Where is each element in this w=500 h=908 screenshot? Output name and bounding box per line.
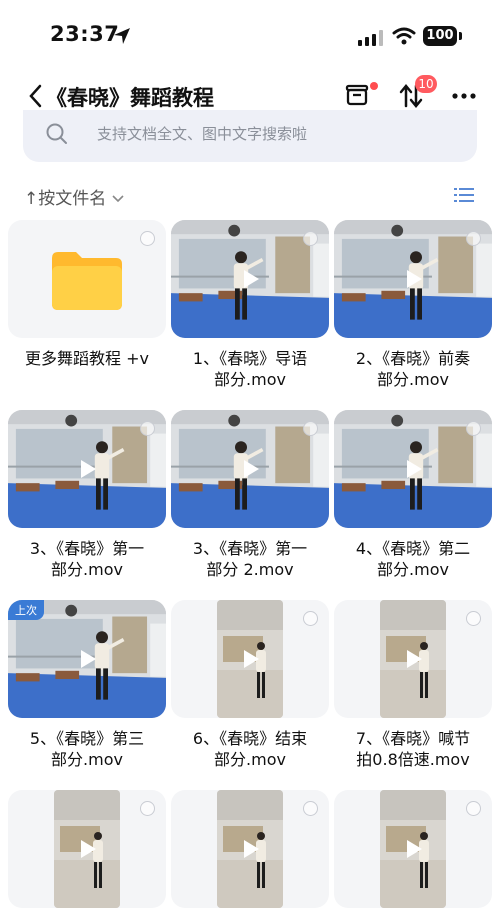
transfer-count-badge: 10 — [415, 75, 437, 93]
file-name: 3、《春晓》第一 部分 2.mov — [192, 539, 308, 579]
file-tile-video[interactable] — [334, 220, 492, 338]
play-icon — [244, 840, 259, 858]
status-time: 23:37 — [50, 22, 120, 46]
select-checkbox[interactable] — [303, 801, 318, 816]
page-title: 《春晓》舞蹈教程 — [46, 86, 214, 110]
more-options-icon[interactable] — [451, 92, 477, 100]
list-view-icon[interactable] — [454, 186, 474, 204]
file-tile-video[interactable] — [171, 220, 329, 338]
file-name: 7、《春晓》喊节 拍0.8倍速.mov — [355, 729, 471, 769]
file-tile-video[interactable]: 上次 — [8, 600, 166, 718]
select-checkbox[interactable] — [303, 231, 318, 246]
file-tile-video[interactable] — [8, 410, 166, 528]
location-arrow-icon — [114, 28, 130, 44]
wifi-icon — [392, 27, 416, 45]
file-name: 5、《春晓》第三 部分.mov — [29, 729, 145, 769]
search-placeholder: 支持文档全文、图中文字搜索啦 — [97, 125, 308, 143]
select-checkbox[interactable] — [303, 421, 318, 436]
cellular-signal-icon — [358, 30, 383, 46]
sort-label: 按文件名 — [38, 189, 107, 209]
play-icon — [407, 270, 422, 288]
last-viewed-tag: 上次 — [8, 600, 44, 620]
file-name: 3、《春晓》第一 部分.mov — [29, 539, 145, 579]
file-tile-video[interactable] — [8, 790, 166, 908]
file-name: 6、《春晓》结束 部分.mov — [192, 729, 308, 769]
file-tile-video[interactable] — [334, 600, 492, 718]
battery-tip — [459, 32, 462, 40]
select-checkbox[interactable] — [140, 231, 155, 246]
play-icon — [244, 650, 259, 668]
search-bar[interactable]: 支持文档全文、图中文字搜索啦 — [23, 110, 477, 162]
file-tile-video[interactable] — [334, 790, 492, 908]
play-icon — [407, 840, 422, 858]
sort-by-name-button[interactable]: ↑按文件名 — [24, 184, 124, 209]
chevron-down-icon — [112, 195, 124, 203]
file-tile-video[interactable] — [171, 790, 329, 908]
sort-up-arrow-icon: ↑ — [24, 189, 39, 209]
file-name: 更多舞蹈教程 +v — [25, 349, 149, 368]
file-name: 4、《春晓》第二 部分.mov — [355, 539, 471, 579]
play-icon — [407, 460, 422, 478]
play-icon — [407, 650, 422, 668]
file-tile-video[interactable] — [334, 410, 492, 528]
play-icon — [81, 840, 96, 858]
play-icon — [81, 460, 96, 478]
status-bar: 23:37 100 — [0, 0, 500, 70]
file-tile-folder[interactable] — [8, 220, 166, 338]
back-chevron-icon[interactable] — [28, 84, 42, 108]
select-checkbox[interactable] — [466, 801, 481, 816]
select-checkbox[interactable] — [140, 801, 155, 816]
play-icon — [244, 460, 259, 478]
select-checkbox[interactable] — [466, 421, 481, 436]
archive-box-icon[interactable] — [344, 82, 370, 108]
sort-bar: ↑按文件名 — [0, 184, 500, 210]
play-icon — [244, 270, 259, 288]
select-checkbox[interactable] — [140, 421, 155, 436]
file-tile-video[interactable] — [171, 410, 329, 528]
folder-icon — [52, 252, 122, 310]
search-icon — [46, 123, 67, 144]
file-name: 1、《春晓》导语 部分.mov — [192, 349, 308, 389]
battery-indicator: 100 — [423, 26, 457, 46]
file-name: 2、《春晓》前奏 部分.mov — [355, 349, 471, 389]
select-checkbox[interactable] — [466, 611, 481, 626]
file-tile-video[interactable] — [171, 600, 329, 718]
select-checkbox[interactable] — [303, 611, 318, 626]
archive-notification-dot — [370, 82, 378, 90]
play-icon — [81, 650, 96, 668]
select-checkbox[interactable] — [466, 231, 481, 246]
